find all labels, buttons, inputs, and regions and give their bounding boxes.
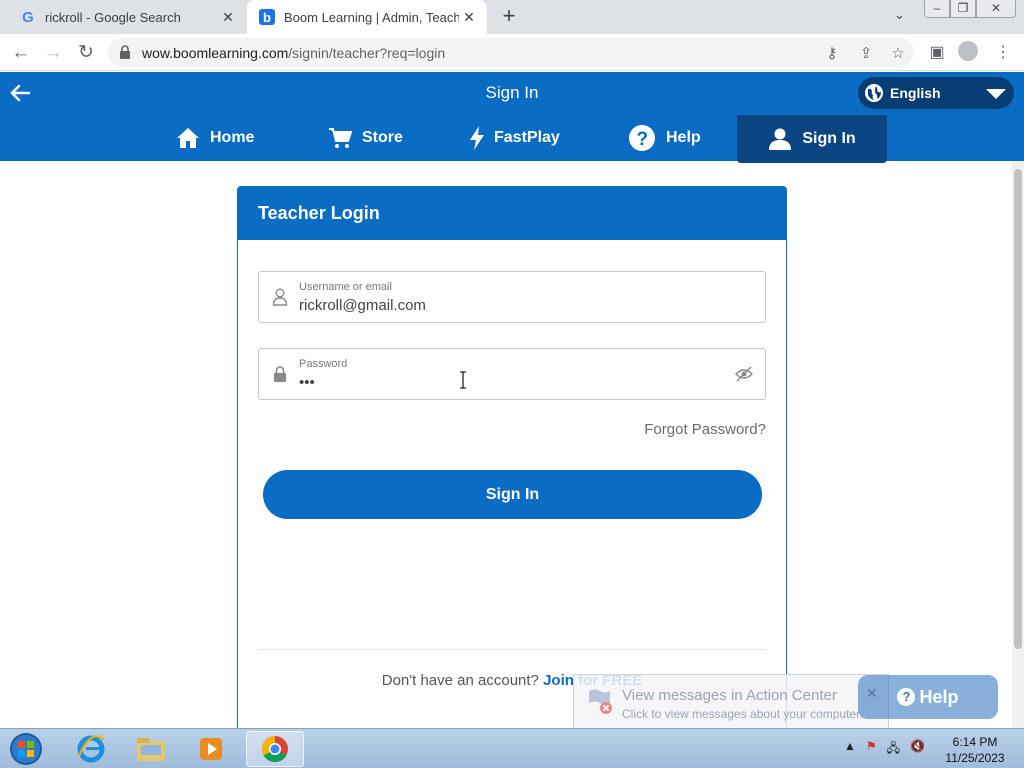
help-widget-button[interactable]: ? Help [858, 675, 998, 719]
nav-label: Home [210, 129, 255, 146]
password-field[interactable]: Password ••• [258, 348, 766, 400]
tab-title: rickroll - Google Search [45, 9, 181, 25]
svg-text:b: b [263, 10, 271, 25]
tray-expand-icon[interactable]: ▲ [844, 739, 856, 760]
action-center-flag-icon [589, 689, 612, 714]
chrome-taskbar-icon[interactable] [246, 731, 304, 767]
notification-body: Click to view messages about your comput… [622, 707, 863, 721]
boom-b-icon: b [259, 9, 275, 25]
address-bar[interactable]: wow.boomlearning.com/signin/teacher?req=… [108, 38, 914, 67]
media-player-icon[interactable] [182, 731, 240, 767]
site-top-bar: Sign In English [0, 72, 1024, 115]
windows-taskbar: ▲ ⚑ 🖧 🔇 6:14 PM 11/25/2023 [0, 728, 1024, 768]
notification-title: View messages in Action Center [622, 687, 837, 704]
browser-toolbar: ← → ↻ wow.boomlearning.com/signin/teache… [0, 34, 1024, 71]
internet-explorer-icon[interactable] [62, 731, 120, 767]
nav-sign-in[interactable]: Sign In [737, 115, 887, 163]
bookmark-star-icon[interactable]: ☆ [888, 44, 908, 62]
help-question-icon: ? [897, 688, 916, 706]
nav-help[interactable]: ? Help [628, 115, 701, 161]
start-orb-icon[interactable] [4, 731, 48, 767]
nav-label: FastPlay [494, 129, 560, 146]
volume-muted-icon[interactable]: 🔇 [910, 739, 925, 760]
caret-down-icon [986, 89, 1006, 99]
restore-button[interactable]: ❐ [950, 0, 976, 18]
nav-label: Sign In [802, 130, 856, 147]
close-window-button[interactable]: ✕ [976, 0, 1016, 18]
back-arrow-icon[interactable]: ← [8, 40, 34, 66]
new-tab-button[interactable]: + [498, 5, 520, 27]
action-center-tray-icon[interactable]: ⚑ [866, 739, 877, 760]
window-controls: – ❐ ✕ [924, 0, 1016, 18]
profile-avatar-icon[interactable] [958, 41, 980, 63]
more-menu-icon[interactable]: ⋮ [992, 42, 1014, 64]
language-label: English [890, 85, 941, 101]
network-icon[interactable]: 🖧 [887, 739, 900, 760]
nav-store[interactable]: Store [328, 115, 403, 161]
user-outline-icon [272, 288, 288, 306]
card-heading: Teacher Login [238, 187, 786, 240]
username-label: Username or email [299, 281, 392, 293]
tab-close-icon[interactable]: ✕ [459, 9, 479, 26]
tab-close-icon[interactable]: ✕ [218, 9, 238, 26]
browser-tab-google[interactable]: G rickroll - Google Search ✕ [8, 0, 246, 34]
password-value: ••• [299, 374, 315, 391]
globe-icon [865, 84, 883, 102]
lock-icon [274, 366, 286, 382]
nav-home[interactable]: Home [176, 115, 254, 161]
password-label: Password [299, 358, 348, 370]
clock-date: 11/25/2023 [945, 751, 1005, 765]
minimize-button[interactable]: – [924, 0, 950, 18]
reload-icon[interactable]: ↻ [73, 40, 99, 66]
side-panel-icon[interactable]: ▣ [926, 42, 948, 64]
browser-tab-boom[interactable]: b Boom Learning | Admin, Teacher ✕ [247, 0, 487, 34]
help-widget-label: Help [919, 686, 959, 707]
lock-icon [120, 45, 130, 59]
clock-time: 6:14 PM [952, 735, 998, 749]
action-center-notification[interactable]: View messages in Action Center Click to … [573, 674, 889, 730]
tab-title: Boom Learning | Admin, Teacher [284, 9, 459, 25]
sign-in-button[interactable]: Sign In [263, 470, 762, 519]
forward-arrow-icon[interactable]: → [40, 40, 66, 66]
teacher-login-card: Teacher Login Username or email rickroll… [237, 186, 787, 746]
site-nav: Home Store FastPlay ? Help Sign In [0, 115, 1024, 163]
svg-text:?: ? [637, 129, 649, 150]
forgot-password-link[interactable]: Forgot Password? [644, 421, 766, 438]
eye-slash-icon[interactable] [735, 366, 753, 382]
tab-search-chevron-icon[interactable]: ⌄ [894, 7, 905, 23]
nav-label: Store [362, 129, 403, 146]
user-icon [769, 128, 792, 150]
page-scrollbar[interactable] [1012, 161, 1024, 728]
text-cursor-icon [460, 371, 466, 389]
share-icon[interactable]: ⇪ [856, 44, 876, 62]
google-g-icon: G [22, 8, 34, 26]
lightning-icon [470, 126, 484, 150]
browser-tabstrip: G rickroll - Google Search ✕ b Boom Lear… [0, 0, 1024, 34]
nav-fastplay[interactable]: FastPlay [470, 115, 560, 161]
taskbar-clock[interactable]: 6:14 PM 11/25/2023 [940, 734, 1010, 766]
home-icon [177, 128, 199, 148]
cart-icon [329, 128, 352, 148]
username-value: rickroll@gmail.com [299, 297, 426, 314]
divider [258, 649, 766, 650]
username-field[interactable]: Username or email rickroll@gmail.com [258, 271, 766, 323]
nav-label: Help [666, 129, 701, 146]
url-text: wow.boomlearning.com/signin/teacher?req=… [142, 45, 446, 61]
help-circle-icon: ? [629, 125, 655, 151]
system-tray: ▲ ⚑ 🖧 🔇 [844, 739, 925, 760]
key-icon[interactable]: ⚷ [822, 44, 842, 62]
signup-text: Don't have an account? [381, 672, 539, 689]
file-explorer-icon[interactable] [122, 731, 180, 767]
scrollbar-thumb[interactable] [1014, 169, 1022, 649]
language-select[interactable]: English [858, 77, 1014, 109]
